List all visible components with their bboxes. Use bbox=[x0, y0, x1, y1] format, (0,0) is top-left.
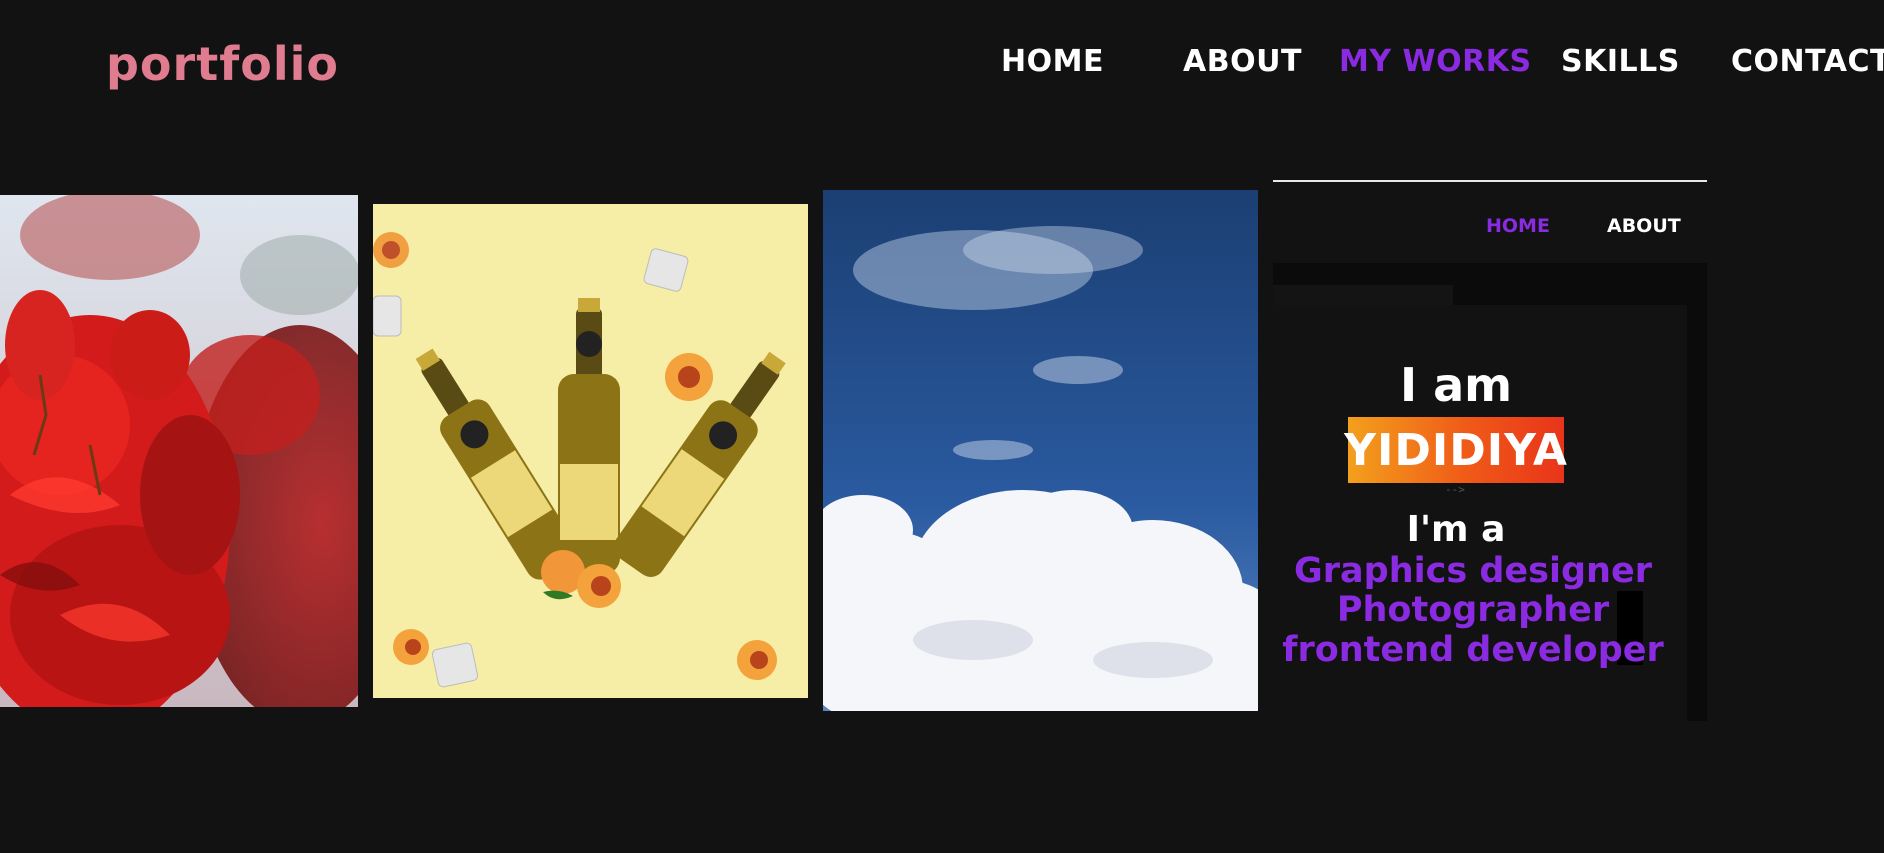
preview-topbar bbox=[1273, 285, 1453, 305]
work-red-flowers[interactable] bbox=[0, 195, 358, 707]
red-flowers-image bbox=[0, 195, 358, 707]
preview-nav-about[interactable]: ABOUT bbox=[1607, 213, 1681, 239]
work-sky-clouds[interactable] bbox=[823, 190, 1258, 711]
peach-4 bbox=[393, 629, 429, 665]
preview-divider bbox=[1273, 180, 1707, 182]
nav-skills[interactable]: SKILLS bbox=[1561, 40, 1680, 84]
work-bottles-design[interactable] bbox=[373, 204, 808, 698]
nav-home[interactable]: HOME bbox=[1001, 40, 1104, 84]
peach-3 bbox=[737, 640, 777, 680]
preview-intro: I am bbox=[1399, 358, 1513, 412]
peach-1 bbox=[373, 232, 409, 268]
preview-role-frontend: frontend developer bbox=[1282, 630, 1664, 670]
main-nav: HOME ABOUT MY WORKS SKILLS CONTACT bbox=[0, 40, 1884, 90]
work-portfolio-preview[interactable]: HOME ABOUT I am YIDIDIYA --> I'm a Graph… bbox=[1273, 180, 1707, 721]
preview-nav-home[interactable]: HOME bbox=[1486, 213, 1550, 239]
preview-role-graphics: Graphics designer bbox=[1294, 551, 1652, 591]
preview-hero-frame: I am YIDIDIYA --> I'm a Graphics designe… bbox=[1273, 263, 1707, 721]
preview-name-badge: YIDIDIYA bbox=[1344, 417, 1567, 483]
bottles-image bbox=[373, 204, 808, 698]
portfolio-page: portfolio HOME ABOUT MY WORKS SKILLS CON… bbox=[0, 0, 1884, 853]
preview-role-photographer: Photographer bbox=[1336, 590, 1610, 630]
nav-my-works[interactable]: MY WORKS bbox=[1339, 40, 1532, 84]
preview-arrow: --> bbox=[1445, 483, 1465, 496]
preview-hero: I am YIDIDIYA --> I'm a Graphics designe… bbox=[1273, 305, 1687, 721]
sky-image bbox=[823, 190, 1258, 711]
nav-contact[interactable]: CONTACT bbox=[1731, 40, 1884, 84]
preview-im-a: I'm a bbox=[1406, 509, 1506, 550]
peach-2 bbox=[665, 353, 713, 401]
nav-about[interactable]: ABOUT bbox=[1183, 40, 1302, 84]
